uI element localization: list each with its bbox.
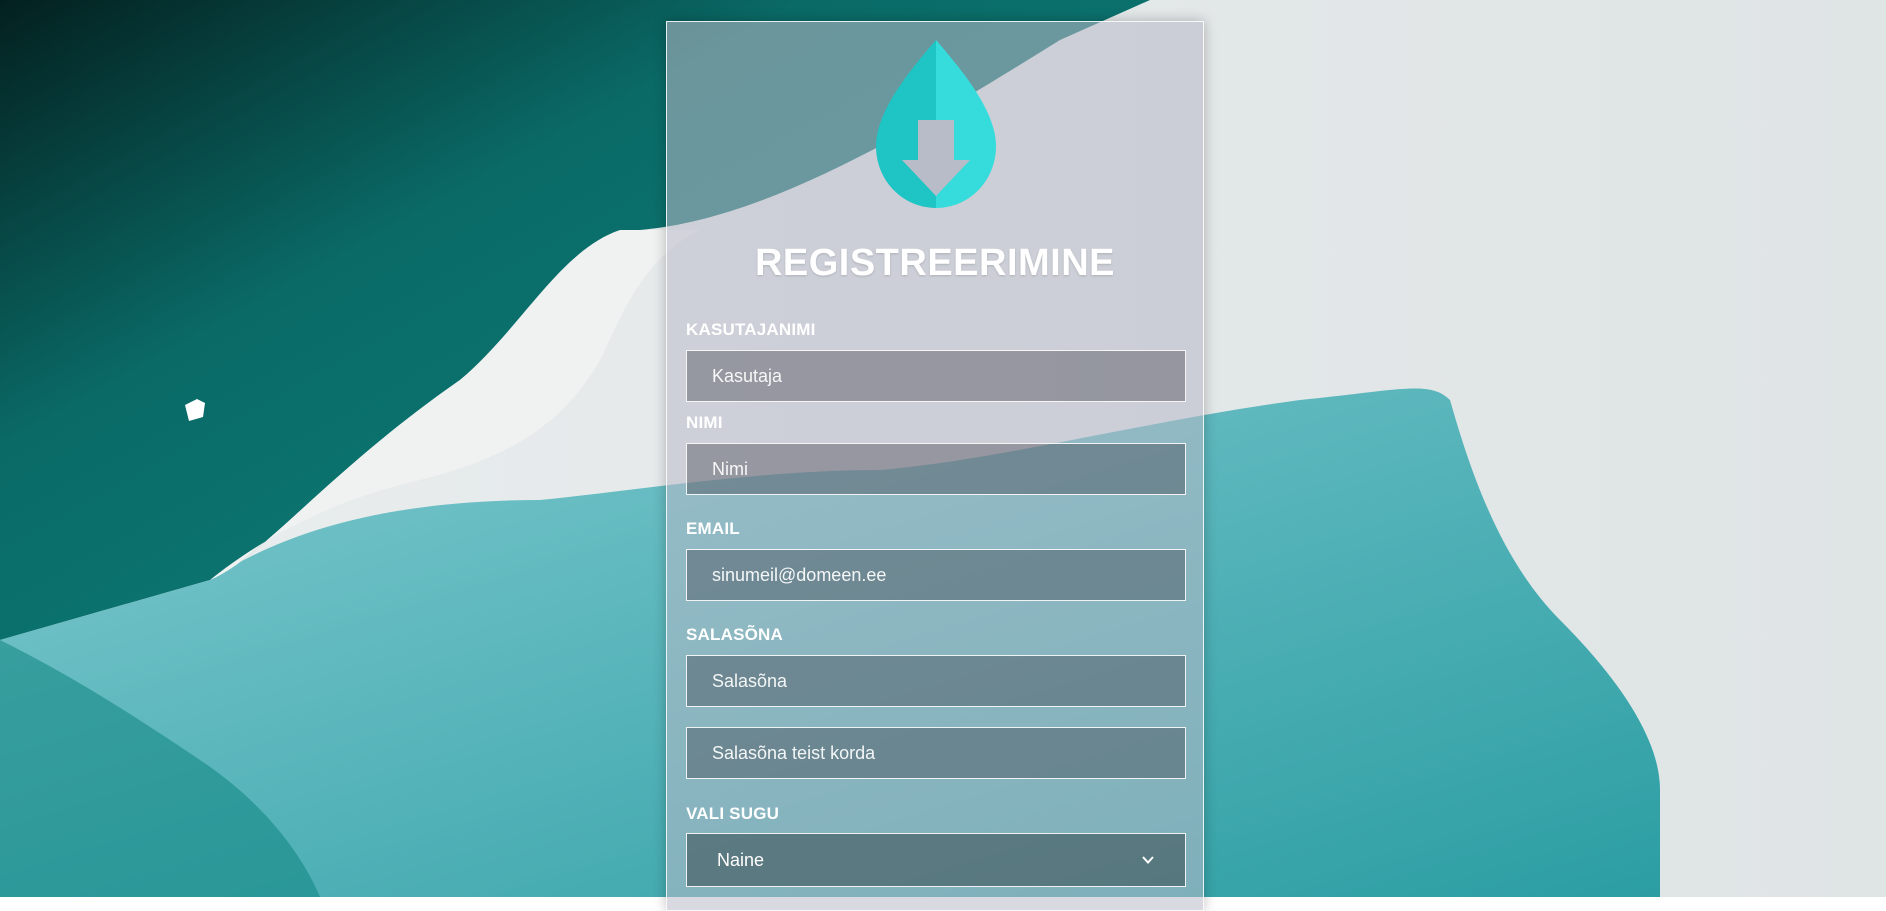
username-input[interactable] bbox=[686, 350, 1186, 402]
password-repeat-input[interactable] bbox=[686, 727, 1186, 779]
name-input[interactable] bbox=[686, 443, 1186, 495]
chevron-down-icon bbox=[1142, 856, 1154, 864]
email-input[interactable] bbox=[686, 549, 1186, 601]
gender-label: VALI SUGU bbox=[686, 804, 780, 823]
email-label: EMAIL bbox=[686, 519, 740, 538]
password-label: SALASÕNA bbox=[686, 625, 783, 644]
password-input[interactable] bbox=[686, 655, 1186, 707]
username-label: KASUTAJANIMI bbox=[686, 320, 816, 339]
gender-select[interactable]: Naine bbox=[686, 833, 1186, 887]
name-label: NIMI bbox=[686, 413, 723, 432]
registration-panel: REGISTREERIMINE KASUTAJANIMI NIMI EMAIL … bbox=[666, 21, 1204, 911]
download-drop-icon bbox=[876, 40, 996, 208]
page-title: REGISTREERIMINE bbox=[754, 242, 1116, 284]
gender-selected-value: Naine bbox=[717, 849, 765, 870]
